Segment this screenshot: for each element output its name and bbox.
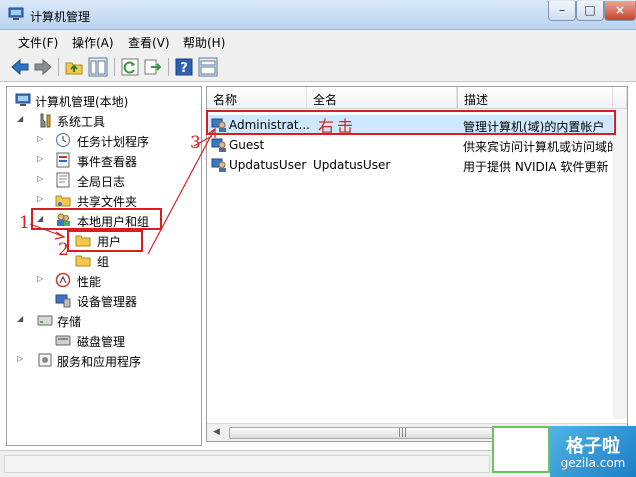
computer-management-icon [15, 93, 31, 106]
tree-label: 任务计划程序 [77, 135, 150, 149]
scroll-left-icon[interactable]: ◀ [213, 427, 220, 437]
watermark-inset [492, 426, 550, 473]
computer-management-icon [8, 7, 24, 20]
collapsed-arrow-icon[interactable]: ▷ [37, 274, 43, 283]
menu-file[interactable]: 文件(F) [18, 34, 58, 51]
show-hide-tree-icon[interactable] [88, 57, 108, 77]
status-cell [4, 455, 490, 473]
collapsed-arrow-icon[interactable]: ▷ [17, 354, 23, 363]
right-click-note: 右击 [318, 117, 357, 136]
table-row[interactable]: UpdatusUser UpdatusUser 用于提供 NVIDIA 软件更新 [207, 155, 627, 175]
collapsed-arrow-icon[interactable]: ▷ [37, 154, 43, 163]
properties-pane-icon[interactable] [198, 57, 218, 77]
shared-folder-icon [55, 195, 71, 207]
toolbar-separator [114, 58, 115, 76]
column-header-full-name[interactable]: 全名 [307, 87, 457, 109]
watermark-cn: 格子啦 [566, 436, 620, 457]
device-manager-icon [55, 294, 71, 308]
tree-label: 性能 [77, 275, 102, 289]
folder-icon [75, 255, 91, 267]
tree-label: 服务和应用程序 [57, 355, 142, 369]
toolbar-separator [58, 58, 59, 76]
toolbar: ? [0, 52, 636, 82]
tree-label: 设备管理器 [77, 295, 138, 309]
minimize-button[interactable]: – [548, 1, 576, 21]
collapsed-arrow-icon[interactable]: ▷ [37, 174, 43, 183]
clock-icon [56, 133, 70, 147]
watermark-logo: 格子啦 gezila.com [550, 426, 636, 477]
event-viewer-icon [56, 152, 70, 168]
menu-view[interactable]: 查看(V) [128, 34, 170, 51]
tree-label: 全局日志 [77, 175, 126, 189]
menu-help[interactable]: 帮助(H) [183, 34, 225, 51]
user-list-view[interactable]: 名称 全名 描述 Administrat... 管理计算机(域)的内置帐户 Gu… [206, 86, 628, 442]
performance-icon [55, 272, 71, 288]
highlight-local-users-groups [31, 208, 162, 230]
window-title: 计算机管理 [30, 10, 91, 24]
services-icon [38, 353, 52, 367]
tools-icon [40, 113, 51, 128]
export-list-icon[interactable] [143, 57, 163, 77]
collapsed-arrow-icon[interactable]: ▷ [37, 194, 43, 203]
expanded-arrow-icon[interactable]: ◢ [17, 114, 23, 123]
disk-icon [55, 335, 71, 346]
step-number-1: 1 [19, 213, 30, 233]
user-name: UpdatusUser [229, 158, 307, 172]
close-button[interactable]: × [604, 1, 636, 21]
tree-label: 系统工具 [57, 115, 106, 129]
tree-label: 存储 [57, 315, 82, 329]
tree-label: 磁盘管理 [77, 335, 126, 349]
tree-label: 计算机管理(本地) [35, 95, 129, 109]
up-folder-icon[interactable] [64, 57, 84, 77]
user-icon [211, 138, 226, 152]
user-description: 供来宾访问计算机或访问域的内 [463, 140, 613, 154]
scroll-grip-icon: ||| [398, 428, 408, 438]
back-arrow-icon[interactable] [10, 57, 30, 77]
step-number-3: 3 [190, 133, 201, 153]
table-row[interactable]: Guest 供来宾访问计算机或访问域的内 [207, 135, 627, 155]
tree-label: 组 [97, 255, 110, 269]
column-header-name[interactable]: 名称 [207, 87, 307, 109]
collapsed-arrow-icon[interactable]: ▷ [37, 134, 43, 143]
title-bar: 计算机管理 – □ × [0, 0, 636, 30]
vertical-scrollbar[interactable] [613, 109, 627, 419]
highlight-users [67, 230, 143, 252]
step-number-2: 2 [58, 240, 69, 260]
watermark-en: gezila.com [560, 456, 626, 470]
menu-bar: 文件(F) 操作(A) 查看(V) 帮助(H) [0, 30, 636, 52]
user-icon [211, 158, 226, 172]
user-name: Guest [229, 138, 265, 152]
user-description: 用于提供 NVIDIA 软件更新 [463, 160, 609, 174]
forward-arrow-icon[interactable] [33, 57, 53, 77]
svg-text:?: ? [180, 61, 188, 76]
menu-action[interactable]: 操作(A) [72, 34, 114, 51]
highlight-administrator-row [206, 110, 616, 135]
column-header-filler [613, 87, 627, 109]
user-full-name: UpdatusUser [313, 158, 391, 172]
maximize-button[interactable]: □ [576, 1, 604, 21]
help-icon[interactable]: ? [174, 57, 194, 77]
tree-label: 事件查看器 [77, 155, 138, 169]
refresh-icon[interactable] [120, 57, 140, 77]
column-header-description[interactable]: 描述 [457, 87, 613, 109]
toolbar-separator [168, 58, 169, 76]
expanded-arrow-icon[interactable]: ◢ [17, 314, 23, 323]
storage-icon [37, 315, 53, 326]
log-icon [56, 172, 70, 188]
navigation-tree[interactable]: 计算机管理(本地) ◢ 系统工具 ▷ 任务计划程序 ▷ 事件查看器 ▷ 全局日志… [6, 86, 202, 446]
